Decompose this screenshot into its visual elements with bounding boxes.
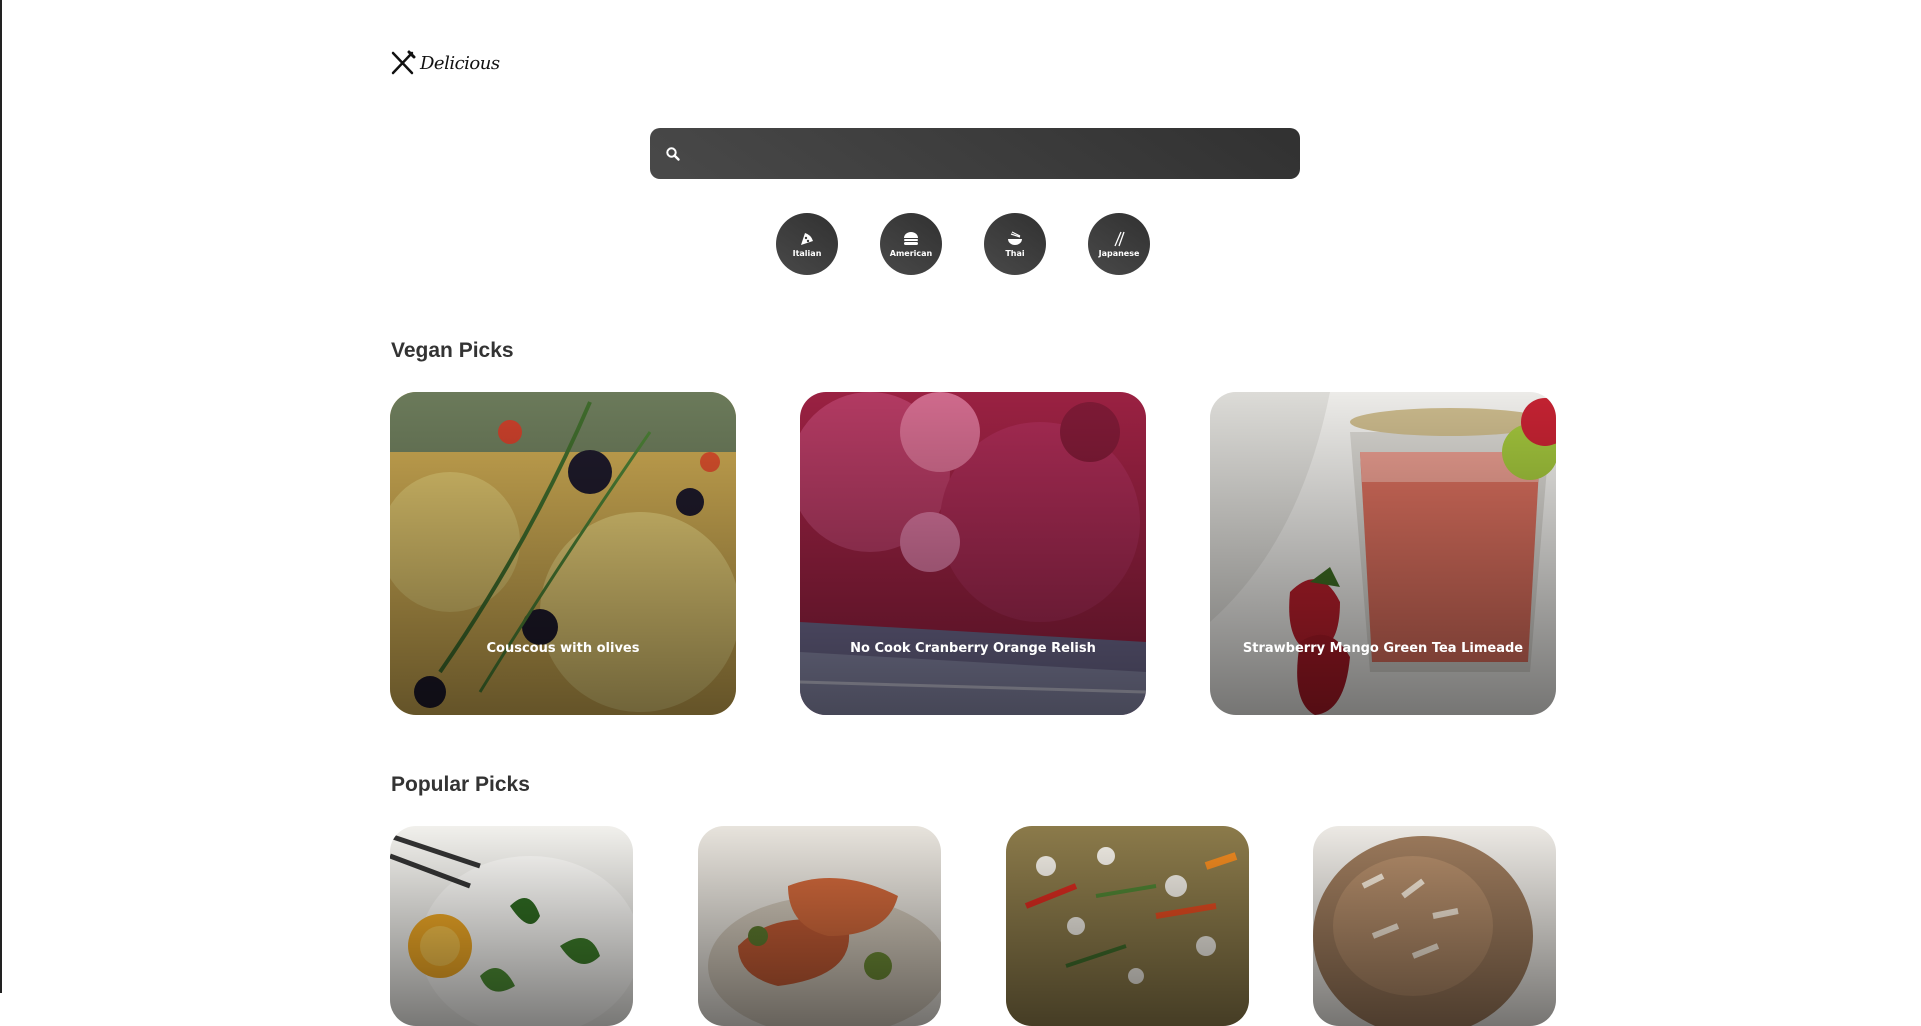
app-name: Delicious	[420, 52, 500, 74]
card-gradient-overlay	[1210, 392, 1556, 715]
popular-card[interactable]	[698, 826, 941, 1026]
category-american[interactable]: American	[880, 213, 942, 275]
recipe-title: No Cook Cranberry Orange Relish	[850, 641, 1096, 656]
card-gradient-overlay	[698, 826, 941, 1026]
recipe-title: Strawberry Mango Green Tea Limeade	[1242, 641, 1524, 656]
category-japanese[interactable]: Japanese	[1088, 213, 1150, 275]
popular-card[interactable]	[1313, 826, 1556, 1026]
popular-card[interactable]	[390, 826, 633, 1026]
category-label: American	[889, 249, 933, 258]
logo[interactable]: Delicious	[390, 50, 500, 76]
chopsticks-icon	[1114, 231, 1125, 247]
search-input[interactable]	[691, 143, 1284, 164]
popular-card[interactable]	[1006, 826, 1249, 1026]
popular-picks-heading: Popular Picks	[391, 773, 530, 796]
vegan-card[interactable]: Couscous with olives	[390, 392, 736, 715]
category-italian[interactable]: Italian	[776, 213, 838, 275]
cuisine-categories: Italian American Thai Japanese	[776, 213, 1150, 275]
vegan-picks-heading: Vegan Picks	[391, 339, 514, 362]
pizza-icon	[801, 233, 813, 245]
recipe-title: Couscous with olives	[486, 641, 640, 656]
card-gradient-overlay	[1313, 826, 1556, 1026]
card-gradient-overlay	[800, 392, 1146, 715]
search-icon	[666, 146, 680, 161]
vegan-card[interactable]: No Cook Cranberry Orange Relish	[800, 392, 1146, 715]
search-bar[interactable]	[650, 128, 1300, 179]
category-thai[interactable]: Thai	[984, 213, 1046, 275]
category-label: Thai	[1005, 249, 1025, 258]
category-label: Japanese	[1098, 249, 1140, 258]
fork-knife-icon	[391, 50, 416, 75]
window-left-border	[0, 0, 2, 993]
vegan-card[interactable]: Strawberry Mango Green Tea Limeade	[1210, 392, 1556, 715]
card-gradient-overlay	[1006, 826, 1249, 1026]
card-gradient-overlay	[390, 826, 633, 1026]
card-gradient-overlay	[390, 392, 736, 715]
burger-icon	[904, 232, 918, 245]
noodle-bowl-icon	[1008, 231, 1022, 245]
category-label: Italian	[792, 249, 822, 258]
